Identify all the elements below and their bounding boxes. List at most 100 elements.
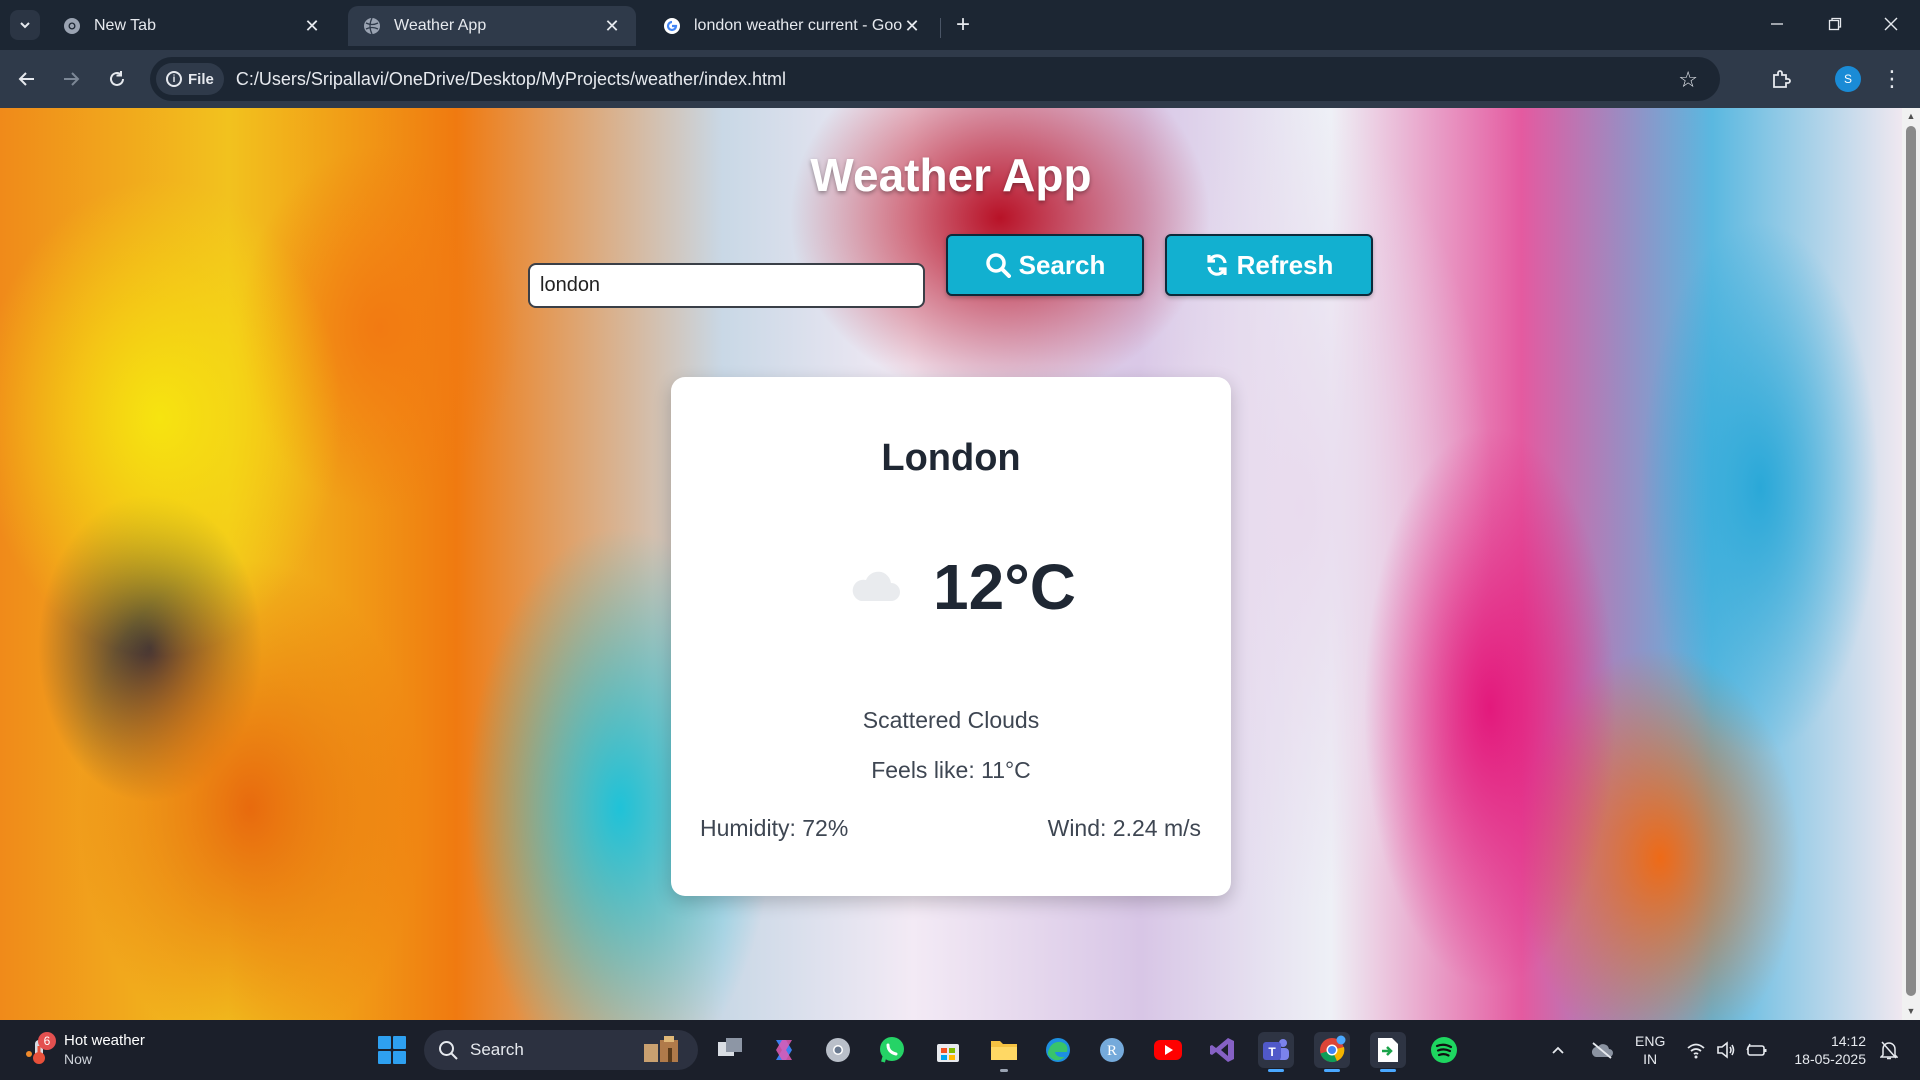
chrome-canary-button[interactable] (820, 1032, 856, 1068)
page-title: Weather App (810, 149, 1092, 201)
spotify-icon (1431, 1037, 1457, 1063)
address-bar[interactable]: i File C:/Users/Sripallavi/OneDrive/Desk… (150, 57, 1720, 101)
edge-button[interactable] (1040, 1032, 1076, 1068)
close-icon (1884, 17, 1898, 31)
new-tab-button[interactable]: + (948, 10, 978, 40)
youtube-icon (1154, 1040, 1182, 1060)
weather-card: London 12°C Scattered Clouds Feels like:… (671, 377, 1231, 896)
close-tab-icon[interactable]: ✕ (602, 16, 622, 36)
language-indicator[interactable]: ENG IN (1635, 1032, 1665, 1068)
tab-title: london weather current - Goog (694, 17, 902, 34)
r-studio-button[interactable]: R (1094, 1032, 1130, 1068)
url-text[interactable]: C:/Users/Sripallavi/OneDrive/Desktop/MyP… (236, 69, 786, 90)
restore-icon (1828, 17, 1842, 31)
language-line1: ENG (1635, 1033, 1666, 1049)
visual-studio-button[interactable] (1204, 1032, 1240, 1068)
running-indicator (1268, 1069, 1284, 1072)
search-icon (438, 1040, 458, 1060)
chevron-down-icon (20, 22, 30, 29)
page-scrollbar[interactable]: ▲ ▼ (1902, 108, 1920, 1020)
notepad-plus-button[interactable] (1370, 1032, 1406, 1072)
chevron-up-icon (1552, 1046, 1564, 1054)
svg-text:R: R (1107, 1043, 1117, 1059)
city-name: London (881, 437, 1021, 479)
notification-bell-icon[interactable] (1879, 1040, 1899, 1065)
tab-weather-app[interactable]: Weather App ✕ (348, 6, 636, 46)
taskbar-search[interactable]: Search (424, 1030, 698, 1070)
battery-button[interactable] (1746, 1020, 1768, 1080)
profile-avatar[interactable]: S (1835, 66, 1861, 92)
refresh-icon (1205, 253, 1229, 277)
info-icon: i (166, 71, 182, 87)
back-button[interactable] (12, 64, 42, 94)
city-search-input[interactable] (528, 263, 925, 308)
chrome-icon (1320, 1035, 1346, 1063)
taskbar-search-label: Search (470, 1040, 524, 1059)
refresh-button[interactable]: Refresh (1165, 234, 1373, 296)
store-icon (937, 1044, 959, 1062)
tab-search-button[interactable] (10, 10, 40, 40)
copilot-button[interactable] (766, 1032, 802, 1068)
weather-widget[interactable]: 6 Hot weather Now (24, 1028, 145, 1072)
microsoft-store-button[interactable] (930, 1032, 966, 1068)
file-explorer-button[interactable] (986, 1032, 1022, 1072)
forward-button[interactable] (56, 64, 86, 94)
document-arrow-icon (1378, 1038, 1398, 1062)
close-window-button[interactable] (1862, 0, 1920, 48)
alert-badge: 6 (38, 1032, 56, 1050)
scheme-label: File (188, 70, 214, 88)
search-button[interactable]: Search (946, 234, 1144, 296)
battery-icon (1746, 1043, 1767, 1056)
network-button[interactable] (1686, 1020, 1706, 1080)
chrome-canary-icon (826, 1038, 850, 1062)
running-indicator (1380, 1069, 1396, 1072)
extensions-button[interactable] (1766, 64, 1796, 94)
reload-button[interactable] (102, 64, 132, 94)
volume-button[interactable] (1716, 1020, 1736, 1080)
youtube-button[interactable] (1150, 1032, 1186, 1068)
restore-button[interactable] (1806, 0, 1864, 48)
menu-kebab-icon[interactable]: ⋮ (1880, 64, 1904, 94)
arrow-left-icon (18, 72, 34, 86)
running-indicator (1324, 1069, 1340, 1072)
close-tab-icon[interactable]: ✕ (302, 16, 322, 36)
scroll-down-icon[interactable]: ▼ (1906, 1006, 1916, 1016)
bookmark-star-icon[interactable]: ☆ (1678, 67, 1698, 93)
arrow-right-icon (64, 72, 80, 86)
scrollbar-thumb[interactable] (1906, 126, 1916, 996)
cloud-icon (852, 571, 900, 601)
tab-strip: New Tab ✕ Weather App ✕ london weather c… (0, 0, 1920, 50)
weather-widget-subtitle: Now (64, 1051, 93, 1067)
wind-value: Wind: 2.24 m/s (1047, 815, 1201, 841)
clock-time: 14:12 (1830, 1033, 1866, 1049)
scroll-up-icon[interactable]: ▲ (1906, 111, 1916, 121)
puzzle-icon (1773, 70, 1791, 88)
system-clock[interactable]: 14:12 18-05-2025 (1786, 1032, 1866, 1068)
chrome-button[interactable] (1314, 1032, 1350, 1072)
weather-widget-title: Hot weather (64, 1032, 145, 1049)
wifi-icon (1687, 1043, 1705, 1059)
copilot-icon (776, 1040, 792, 1060)
edge-icon (1046, 1038, 1070, 1062)
feels-like: Feels like: 11°C (871, 757, 1031, 783)
site-info-chip[interactable]: i File (156, 63, 224, 95)
task-view-button[interactable] (712, 1032, 748, 1068)
spotify-button[interactable] (1426, 1032, 1462, 1068)
taskbar: 6 Hot weather Now Search R T ENG IN 14:1… (0, 1020, 1920, 1080)
tab-google-search[interactable]: london weather current - Goog ✕ (648, 6, 936, 46)
start-button[interactable] (378, 1036, 406, 1064)
tab-title: Weather App (394, 17, 487, 34)
visual-studio-icon (1210, 1038, 1234, 1062)
onedrive-status-button[interactable] (1590, 1020, 1614, 1080)
humidity-value: Humidity: 72% (700, 815, 849, 841)
whatsapp-button[interactable] (874, 1032, 910, 1068)
whatsapp-icon (880, 1037, 904, 1063)
tab-new-tab[interactable]: New Tab ✕ (48, 6, 336, 46)
minimize-button[interactable] (1748, 0, 1806, 48)
running-indicator (1000, 1069, 1008, 1072)
weather-description: Scattered Clouds (862, 707, 1040, 733)
close-tab-icon[interactable]: ✕ (902, 16, 922, 36)
search-highlight-icon (644, 1036, 678, 1062)
show-hidden-icons-button[interactable] (1550, 1020, 1566, 1080)
teams-button[interactable]: T (1258, 1032, 1294, 1072)
